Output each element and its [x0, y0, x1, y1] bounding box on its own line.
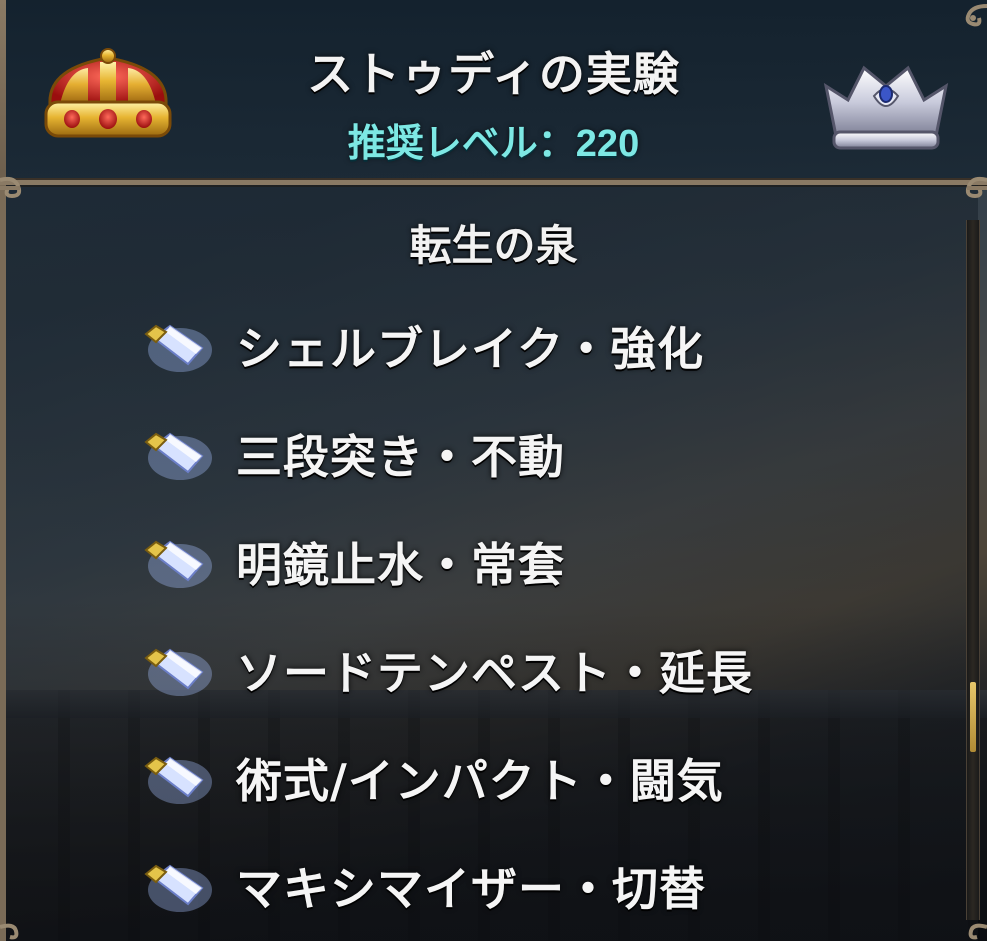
corner-ornament-icon [965, 4, 987, 27]
crystal-shard-icon [144, 864, 212, 912]
skill-list: シェルブレイク・強化 三段突き・不動 明鏡止水・常套 ソードテンペスト・延長 術… [140, 292, 920, 940]
list-item: シェルブレイク・強化 [140, 292, 920, 400]
list-item: 明鏡止水・常套 [140, 508, 920, 616]
recommended-level: 推奨レベル：220 [0, 112, 987, 167]
skill-label: ソードテンペスト・延長 [236, 646, 753, 700]
skill-label: シェルブレイク・強化 [236, 322, 705, 376]
section-title: 転生の泉 [409, 221, 578, 270]
quest-title: ストゥディの実験 [307, 47, 680, 101]
skill-label: 明鏡止水・常套 [236, 538, 565, 592]
corner-ornament-icon [965, 176, 987, 199]
recommended-level-label: 推奨レベル： [347, 121, 576, 165]
crystal-shard-icon [144, 432, 212, 480]
list-item: 三段突き・不動 [140, 400, 920, 508]
scrollbar-thumb[interactable] [970, 682, 976, 752]
list-item: ソードテンペスト・延長 [140, 616, 920, 724]
crystal-shard-icon [144, 756, 212, 804]
corner-ornament-icon [0, 176, 22, 199]
list-item: マキシマイザー・切替 [140, 832, 920, 940]
crystal-shard-icon [144, 648, 212, 696]
crystal-shard-icon [144, 540, 212, 588]
skill-label: マキシマイザー・切替 [236, 862, 706, 916]
skill-label: 術式/インパクト・闘気 [236, 754, 724, 808]
scrollbar[interactable] [966, 220, 980, 920]
corner-ornament-icon [968, 923, 987, 940]
crystal-shard-icon [144, 324, 212, 372]
skill-label: 三段突き・不動 [236, 430, 565, 484]
recommended-level-value: 220 [575, 123, 640, 165]
list-item: 術式/インパクト・闘気 [140, 724, 920, 832]
corner-ornament-icon [0, 923, 19, 940]
